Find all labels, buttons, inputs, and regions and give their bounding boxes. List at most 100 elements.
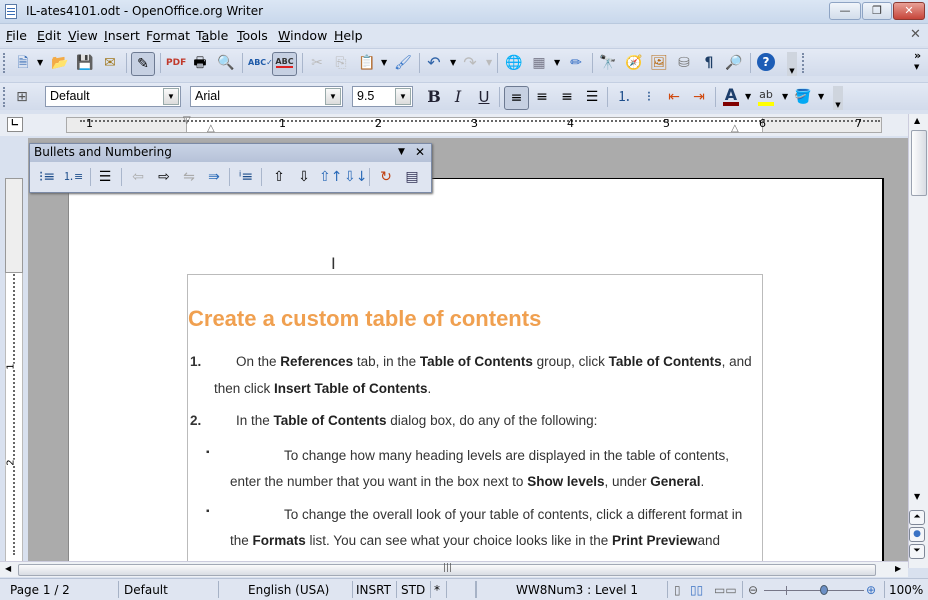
paste-icon[interactable]: 📋 — [357, 53, 377, 73]
bullets-on-off-icon[interactable]: ⁝≡ — [37, 167, 57, 187]
zoom-slider-track[interactable] — [764, 590, 864, 591]
chevron-down-icon[interactable]: ▼ — [325, 88, 341, 105]
background-color-icon[interactable]: 🪣 — [793, 87, 813, 107]
scroll-down-arrow[interactable]: ▼ — [914, 492, 920, 501]
document-text-area[interactable]: Create a custom table of contents 1. On … — [187, 274, 763, 564]
page-indicator[interactable]: Page 1 / 2 — [10, 583, 70, 597]
insert-mode[interactable]: INSRT — [356, 583, 391, 597]
menu-help[interactable]: Help — [334, 28, 363, 43]
toolbar-grip[interactable] — [3, 53, 7, 73]
nonprinting-characters-icon[interactable]: ¶ — [699, 53, 719, 73]
page-style[interactable]: Default — [124, 583, 168, 597]
open-folder-icon[interactable]: 📂 — [50, 53, 70, 73]
export-pdf-icon[interactable]: PDF — [166, 53, 186, 73]
find-replace-icon[interactable]: 🔭 — [598, 53, 618, 73]
move-up-with-subpoints-icon[interactable]: ⇧↑ — [319, 167, 342, 187]
paste-dropdown-arrow[interactable]: ▼ — [381, 58, 387, 67]
justify-icon[interactable]: ☰ — [582, 87, 602, 107]
vertical-scroll-thumb[interactable] — [911, 130, 927, 196]
font-name-combo[interactable]: Arial ▼ — [190, 86, 343, 107]
bullets-and-numbering-dialog-icon[interactable]: ▤ — [402, 167, 422, 187]
move-down-icon[interactable]: ⇩ — [294, 167, 314, 187]
numbering-on-off-icon[interactable]: ⒈≡ — [63, 167, 83, 187]
align-right-icon[interactable]: ≡ — [557, 87, 577, 107]
vertical-scrollbar[interactable]: ▲ ▼ — [908, 114, 928, 568]
print-icon[interactable]: 🖶 — [190, 53, 210, 73]
menu-file[interactable]: File — [6, 28, 27, 43]
styles-formatting-icon[interactable]: ⊞ — [12, 87, 32, 107]
highlight-dropdown-arrow[interactable]: ▼ — [782, 92, 788, 101]
toolbar-grip[interactable] — [802, 53, 806, 73]
increase-indent-icon[interactable]: ⇥ — [689, 87, 709, 107]
selection-mode[interactable]: STD — [401, 583, 425, 597]
paragraph-style-combo[interactable]: Default ▼ — [45, 86, 181, 107]
scroll-right-arrow[interactable]: ▶ — [895, 564, 901, 573]
left-indent-marker[interactable]: △ — [207, 123, 215, 134]
bullets-on-off-icon[interactable]: ⁝ — [639, 87, 659, 107]
navigation-button[interactable]: ● — [909, 527, 925, 542]
background-color-dropdown-arrow[interactable]: ▼ — [818, 92, 824, 101]
restore-button[interactable]: ❐ — [862, 2, 892, 20]
font-color-icon[interactable]: A — [721, 85, 741, 106]
no-list-icon[interactable]: ☰ — [95, 167, 115, 187]
zoom-slider-handle[interactable] — [820, 585, 828, 595]
numbering-on-off-icon[interactable]: ⒈ — [614, 87, 634, 107]
chevron-down-icon[interactable]: ▼ — [395, 88, 411, 105]
page-preview-icon[interactable]: 🔍 — [216, 53, 236, 73]
zoom-level[interactable]: 100% — [889, 583, 923, 597]
close-floating-toolbar-icon[interactable]: ✕ — [415, 144, 425, 161]
menu-edit[interactable]: Edit — [37, 28, 61, 43]
toolbar-overflow-button[interactable]: » ▼ — [914, 50, 921, 72]
table-icon[interactable]: ▦ — [529, 53, 549, 73]
close-window-button[interactable]: ✕ — [893, 2, 925, 20]
help-icon[interactable]: ? — [757, 53, 775, 71]
close-document-button[interactable]: ✕ — [910, 27, 921, 42]
toolbar-menu-arrow[interactable]: ▼ — [398, 144, 405, 161]
tab-stop-selector[interactable]: ∟ — [7, 117, 23, 132]
show-draw-functions-icon[interactable]: ✏ — [566, 53, 586, 73]
scroll-up-arrow[interactable]: ▲ — [914, 116, 920, 125]
italic-button[interactable]: I — [448, 87, 468, 107]
single-page-view-icon[interactable]: ▯ — [674, 583, 681, 597]
clone-formatting-icon[interactable]: 🖌 — [393, 53, 413, 73]
highlighting-icon[interactable]: ab — [756, 85, 776, 106]
minimize-button[interactable]: — — [829, 2, 861, 20]
floating-toolbar-header[interactable]: Bullets and Numbering ▼ ✕ — [30, 144, 431, 162]
restart-numbering-icon[interactable]: ↻ — [376, 167, 396, 187]
zoom-out-icon[interactable]: ⊖ — [748, 583, 758, 597]
horizontal-scroll-thumb[interactable]: ||| — [18, 563, 876, 576]
data-sources-icon[interactable]: ⛁ — [674, 53, 694, 73]
first-line-indent-marker[interactable]: ▽ — [183, 115, 191, 126]
book-view-icon[interactable]: ▭▭ — [714, 583, 737, 597]
chevron-down-icon[interactable]: ▼ — [163, 88, 179, 105]
navigator-icon[interactable]: 🧭 — [624, 53, 644, 73]
demote-with-subpoints-icon[interactable]: ⇛ — [204, 167, 224, 187]
gallery-icon[interactable]: 🖼 — [649, 53, 669, 73]
menu-view[interactable]: View — [68, 28, 98, 43]
font-size-combo[interactable]: 9.5 ▼ — [352, 86, 413, 107]
menu-window[interactable]: Window — [278, 28, 327, 43]
underline-button[interactable]: U — [474, 87, 494, 107]
horizontal-ruler[interactable]: ∟ 1 1 2 3 4 5 6 7 ▽ △ △ — [0, 114, 910, 136]
undo-dropdown-arrow[interactable]: ▼ — [450, 58, 456, 67]
new-document-icon[interactable]: 🗎 — [13, 53, 33, 73]
menu-format[interactable]: Format — [146, 28, 190, 43]
hyperlink-icon[interactable]: 🌐 — [504, 53, 524, 73]
toolbar-options-arrow[interactable]: ▼ — [833, 86, 843, 110]
demote-one-level-icon[interactable]: ⇨ — [154, 167, 174, 187]
insert-unnumbered-entry-icon[interactable]: ⁱ≡ — [236, 167, 256, 187]
move-up-icon[interactable]: ⇧ — [269, 167, 289, 187]
toolbar-grip[interactable] — [3, 87, 7, 107]
document-modified[interactable]: * — [434, 583, 440, 597]
language[interactable]: English (USA) — [248, 583, 329, 597]
scroll-left-arrow[interactable]: ◀ — [5, 564, 11, 573]
new-dropdown-arrow[interactable]: ▼ — [37, 58, 43, 67]
save-icon[interactable]: 💾 — [75, 53, 95, 73]
align-center-icon[interactable]: ≡ — [532, 87, 552, 107]
zoom-in-icon[interactable]: ⊕ — [866, 583, 876, 597]
next-page-button[interactable]: ⏷ — [909, 544, 925, 559]
decrease-indent-icon[interactable]: ⇤ — [664, 87, 684, 107]
font-color-dropdown-arrow[interactable]: ▼ — [745, 92, 751, 101]
menu-insert[interactable]: Insert — [104, 28, 140, 43]
spellcheck-icon[interactable]: ABC✓ — [248, 53, 273, 73]
